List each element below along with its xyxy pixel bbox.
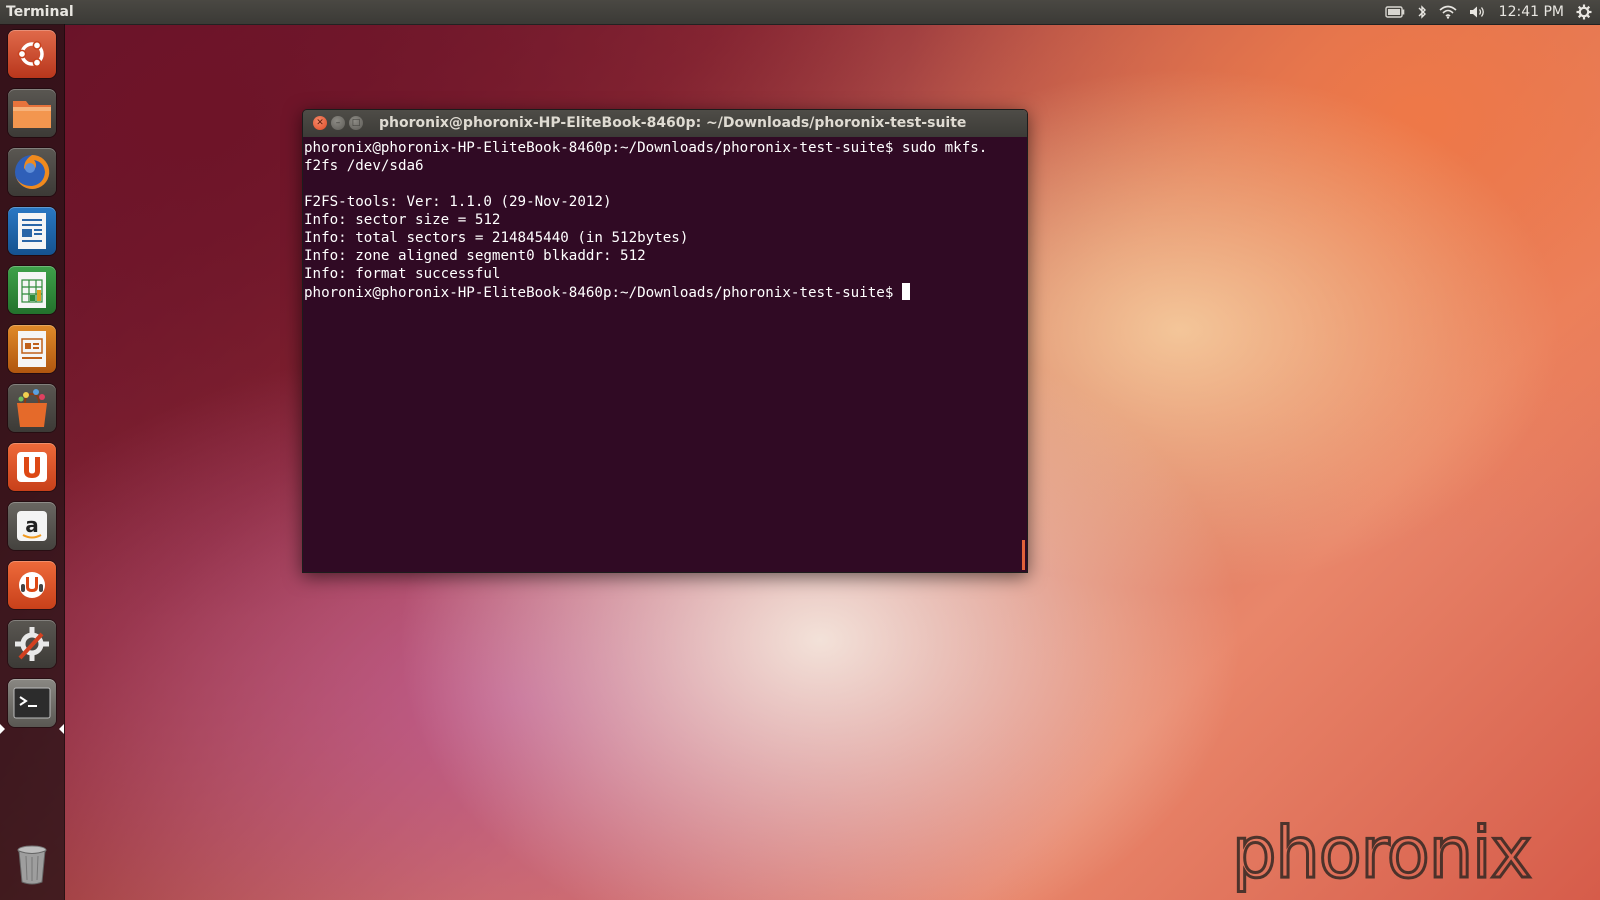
calc-launcher[interactable] <box>8 266 56 314</box>
volume-icon[interactable] <box>1469 5 1487 19</box>
svg-text:a: a <box>25 513 39 537</box>
maximize-icon: □ <box>351 117 361 128</box>
terminal-window[interactable]: ✕ – □ phoronix@phoronix-HP-EliteBook-846… <box>302 109 1028 573</box>
writer-icon <box>18 213 46 249</box>
writer-launcher[interactable] <box>8 207 56 255</box>
minimize-button[interactable]: – <box>331 116 345 130</box>
folder-icon <box>13 101 51 128</box>
trash-launcher[interactable] <box>8 840 56 888</box>
indicator-area: 12:41 PM <box>1384 0 1592 24</box>
amazon-launcher[interactable]: a <box>8 502 56 550</box>
top-panel: Terminal 12:41 PM <box>0 0 1600 25</box>
terminal-line: Info: total sectors = 214845440 (in 512b… <box>304 230 689 246</box>
terminal-prompt-line[interactable]: phoronix@phoronix-HP-EliteBook-8460p:~/D… <box>304 283 1026 301</box>
terminal-line: Info: zone aligned segment0 blkaddr: 512 <box>304 248 646 264</box>
impress-icon <box>18 331 46 367</box>
active-app-title: Terminal <box>6 4 74 20</box>
terminal-line: Info: sector size = 512 <box>304 212 501 228</box>
dash-home-button[interactable] <box>8 30 56 78</box>
terminal-prompt: phoronix@phoronix-HP-EliteBook-8460p:~/D… <box>304 285 902 301</box>
window-titlebar[interactable]: ✕ – □ phoronix@phoronix-HP-EliteBook-846… <box>303 110 1027 137</box>
terminal-output[interactable]: phoronix@phoronix-HP-EliteBook-8460p:~/D… <box>303 137 1027 572</box>
music-store-icon <box>19 572 45 598</box>
software-center-launcher[interactable] <box>8 384 56 432</box>
battery-icon[interactable] <box>1384 6 1405 18</box>
ubuntu-one-launcher[interactable] <box>8 443 56 491</box>
firefox-launcher[interactable] <box>8 148 56 196</box>
window-title: phoronix@phoronix-HP-EliteBook-8460p: ~/… <box>379 115 967 131</box>
trash-icon <box>17 845 47 885</box>
close-icon: ✕ <box>316 117 324 128</box>
ubuntu-one-icon <box>17 452 47 482</box>
terminal-line: phoronix@phoronix-HP-EliteBook-8460p:~/D… <box>304 140 988 156</box>
terminal-line: f2fs /dev/sda6 <box>304 158 424 174</box>
active-indicator-left <box>0 724 5 734</box>
terminal-icon <box>13 687 51 719</box>
wifi-icon[interactable] <box>1439 5 1457 19</box>
terminal-line: Info: format successful <box>304 266 501 282</box>
impress-launcher[interactable] <box>8 325 56 373</box>
launcher: a <box>0 24 65 900</box>
text-cursor <box>901 283 910 300</box>
close-button[interactable]: ✕ <box>313 116 327 130</box>
terminal-line: F2FS-tools: Ver: 1.1.0 (29-Nov-2012) <box>304 194 612 210</box>
gear-icon[interactable] <box>1576 4 1592 20</box>
settings-icon <box>15 627 49 661</box>
ubuntu-logo-icon <box>17 41 44 67</box>
bluetooth-icon[interactable] <box>1417 4 1427 20</box>
phoronix-watermark: phoronix <box>1231 812 1534 894</box>
minimize-icon: – <box>335 117 341 128</box>
maximize-button[interactable]: □ <box>349 116 363 130</box>
active-indicator-right <box>59 724 64 734</box>
calc-icon <box>18 272 46 308</box>
music-store-launcher[interactable] <box>8 561 56 609</box>
scrollbar[interactable] <box>1022 540 1025 570</box>
files-launcher[interactable] <box>8 89 56 137</box>
amazon-icon: a <box>17 511 47 541</box>
clock[interactable]: 12:41 PM <box>1499 4 1564 20</box>
firefox-icon <box>15 154 50 189</box>
system-settings-launcher[interactable] <box>8 620 56 668</box>
shopping-bag-icon <box>17 389 47 427</box>
terminal-launcher[interactable] <box>8 679 56 727</box>
